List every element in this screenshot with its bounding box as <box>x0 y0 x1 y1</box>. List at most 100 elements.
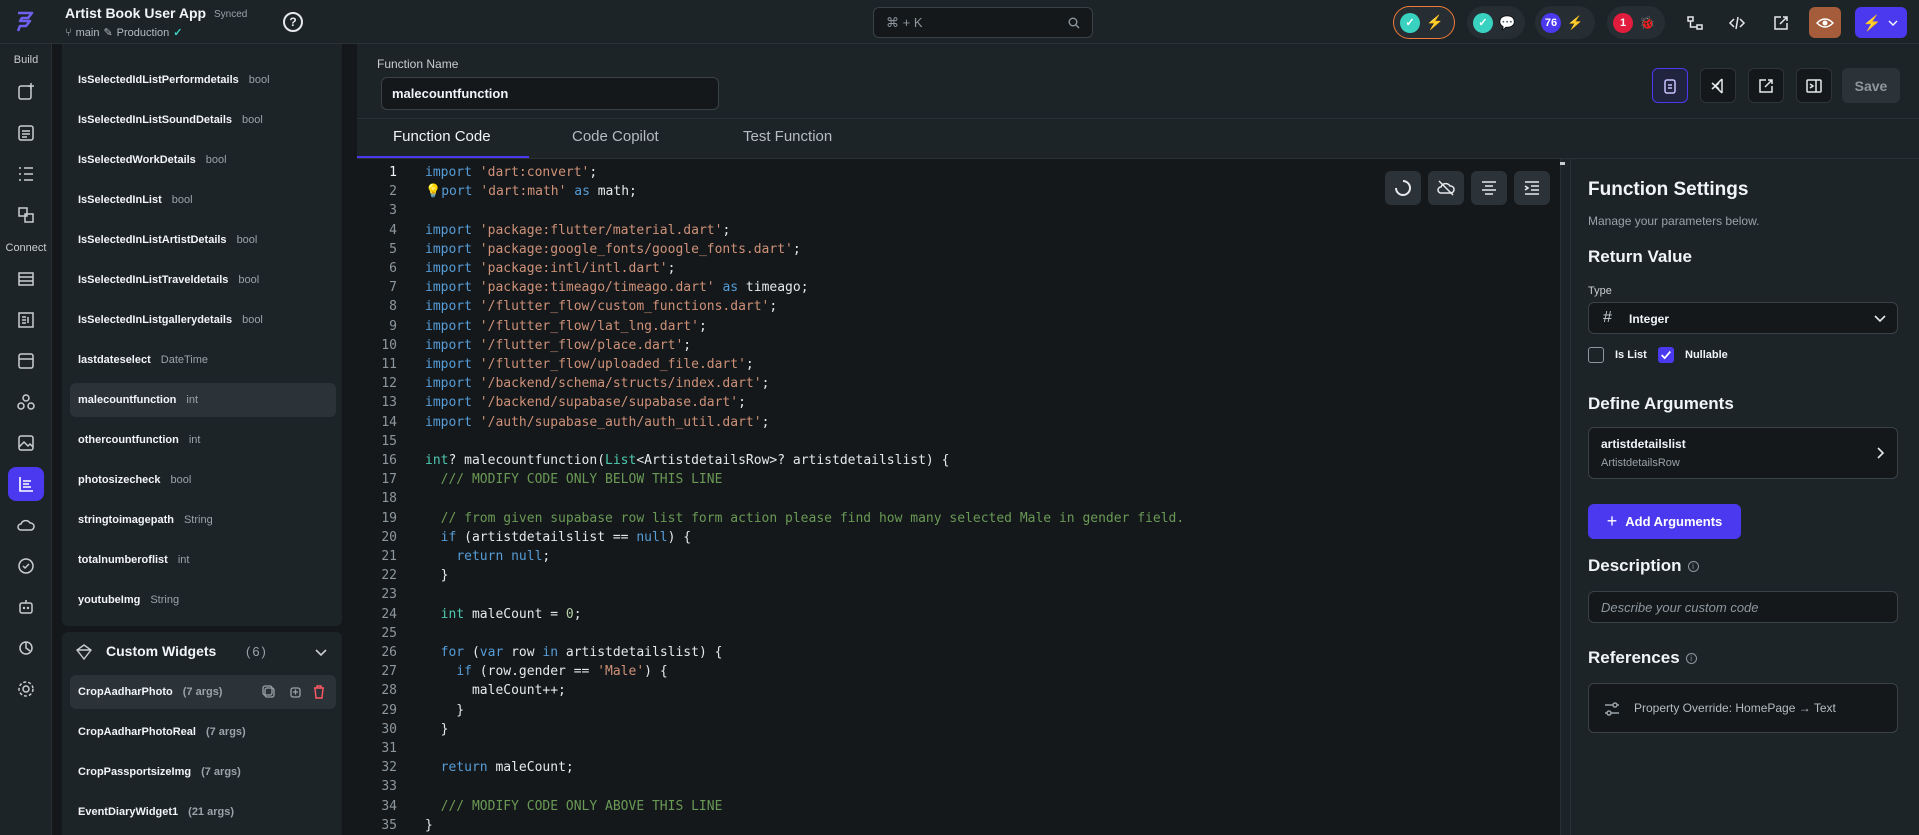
app-title[interactable]: Artist Book User App <box>65 5 206 21</box>
code-text[interactable]: import '/auth/supabase_auth/auth_util.da… <box>425 415 769 430</box>
function-list-item[interactable]: photosizecheck bool <box>70 463 336 497</box>
help-icon[interactable]: ? <box>283 12 303 32</box>
function-list-item[interactable]: IsSelectedInListgallerydetails bool <box>70 303 336 337</box>
preview-button[interactable] <box>1809 7 1841 38</box>
issues-pill[interactable]: 76 ⚡ <box>1535 6 1595 39</box>
code-line[interactable]: 17 /// MODIFY CODE ONLY BELOW THIS LINE <box>357 472 1557 491</box>
code-line[interactable]: 23 <box>357 587 1557 606</box>
widget-list-item[interactable]: EventDiaryWidget1 (21 args) <box>70 795 336 829</box>
code-line[interactable]: 6 import 'package:intl/intl.dart'; <box>357 261 1557 280</box>
code-line[interactable]: 31 <box>357 741 1557 760</box>
code-line[interactable]: 15 <box>357 434 1557 453</box>
code-line[interactable]: 10 import '/flutter_flow/place.dart'; <box>357 338 1557 357</box>
branch-info[interactable]: ⑂ main ✎ Production ✓ <box>65 26 182 40</box>
branch-tree-button[interactable] <box>1679 7 1711 38</box>
agents-icon[interactable] <box>8 590 44 624</box>
tab-code-copilot[interactable]: Code Copilot <box>572 128 659 145</box>
code-line[interactable]: 28 maleCount++; <box>357 683 1557 702</box>
code-line[interactable]: 8 import '/flutter_flow/custom_functions.… <box>357 299 1557 318</box>
code-line[interactable]: 11 import '/flutter_flow/uploaded_file.da… <box>357 357 1557 376</box>
api-calls-icon[interactable] <box>8 303 44 337</box>
function-list-item-selected[interactable]: malecountfunction int <box>70 383 336 417</box>
code-text[interactable]: import 'package:flutter/material.dart'; <box>425 223 730 238</box>
code-text[interactable]: maleCount++; <box>425 683 566 698</box>
code-line[interactable]: 32 return maleCount; <box>357 760 1557 779</box>
code-text[interactable]: // from given supabase row list form act… <box>425 511 1185 526</box>
code-text[interactable]: import '/flutter_flow/place.dart'; <box>425 338 691 353</box>
code-text[interactable]: if (row.gender == 'Male') { <box>425 664 667 679</box>
toggle-panel-button[interactable] <box>1796 68 1832 103</box>
widget-list-item-selected[interactable]: CropAadharPhoto (7 args) <box>70 675 336 709</box>
code-text[interactable]: int? malecountfunction(List<Artistdetail… <box>425 453 949 468</box>
flutterflow-logo-icon[interactable] <box>12 9 40 35</box>
code-line[interactable]: 2 💡port 'dart:math' as math; <box>357 184 1557 203</box>
code-line[interactable]: 25 <box>357 626 1557 645</box>
code-text[interactable]: import 'package:timeago/timeago.dart' as… <box>425 280 809 295</box>
code-line[interactable]: 9 import '/flutter_flow/lat_lng.dart'; <box>357 319 1557 338</box>
code-text[interactable]: return maleCount; <box>425 760 574 775</box>
code-text[interactable]: } <box>425 722 449 737</box>
code-text[interactable]: return null; <box>425 549 550 564</box>
save-button[interactable]: Save <box>1842 68 1900 103</box>
code-line[interactable]: 33 <box>357 779 1557 798</box>
code-text[interactable]: for (var row in artistdetailslist) { <box>425 645 723 660</box>
widget-list-item[interactable]: CropAadharPhotoReal (7 args) <box>70 715 336 749</box>
app-state-icon[interactable] <box>8 344 44 378</box>
return-type-select[interactable]: # Integer <box>1588 302 1898 334</box>
code-text[interactable]: import 'package:intl/intl.dart'; <box>425 261 675 276</box>
code-line[interactable]: 19 // from given supabase row list form … <box>357 511 1557 530</box>
tab-function-code[interactable]: Function Code <box>393 128 491 145</box>
code-line[interactable]: 3 <box>357 203 1557 222</box>
code-line[interactable]: 34 /// MODIFY CODE ONLY ABOVE THIS LINE <box>357 799 1557 818</box>
widget-tree-icon[interactable] <box>8 157 44 191</box>
is-list-checkbox[interactable] <box>1588 347 1604 363</box>
function-list-item[interactable]: stringtoimagepath String <box>70 503 336 537</box>
code-line[interactable]: 22 } <box>357 568 1557 587</box>
code-editor[interactable]: 1 import 'dart:convert'; 2 💡port 'dart:math… <box>357 159 1565 835</box>
function-list-item[interactable]: IsSelectedInListSoundDetails bool <box>70 103 336 137</box>
delete-icon[interactable] <box>312 685 326 699</box>
format-loading-button[interactable] <box>1385 171 1421 205</box>
search-input[interactable]: ⌘ + K <box>873 7 1093 38</box>
function-list-item[interactable]: lastdateselect DateTime <box>70 343 336 377</box>
function-list-item[interactable]: IsSelectedInListTraveldetails bool <box>70 263 336 297</box>
errors-pill[interactable]: 1 🐞 <box>1607 6 1665 39</box>
code-text[interactable]: import '/flutter_flow/lat_lng.dart'; <box>425 319 707 334</box>
code-line[interactable]: 26 for (var row in artistdetailslist) { <box>357 645 1557 664</box>
function-list-item[interactable]: IsSelectedIdListPerformdetails bool <box>70 63 336 97</box>
code-text[interactable]: import '/flutter_flow/custom_functions.d… <box>425 299 777 314</box>
add-arguments-button[interactable]: + Add Arguments <box>1588 504 1741 539</box>
open-external-button[interactable] <box>1765 7 1797 38</box>
code-text[interactable]: int maleCount = 0; <box>425 607 582 622</box>
code-text[interactable]: import '/flutter_flow/uploaded_file.dart… <box>425 357 754 372</box>
info-icon[interactable]: i <box>1685 653 1697 665</box>
code-text[interactable]: 💡port 'dart:math' as math; <box>425 184 637 199</box>
indent-button[interactable] <box>1514 171 1550 205</box>
integrations-icon[interactable] <box>8 631 44 665</box>
code-text[interactable]: } <box>425 703 464 718</box>
code-text[interactable]: /// MODIFY CODE ONLY ABOVE THIS LINE <box>425 799 723 814</box>
code-line[interactable]: 20 if (artistdetailslist == null) { <box>357 530 1557 549</box>
code-line[interactable]: 12 import '/backend/schema/structs/index.… <box>357 376 1557 395</box>
code-text[interactable]: } <box>425 818 433 833</box>
align-center-button[interactable] <box>1471 171 1507 205</box>
collaboration-pill[interactable]: ✓ ⚡ <box>1393 6 1455 39</box>
tests-icon[interactable] <box>8 549 44 583</box>
code-text[interactable]: /// MODIFY CODE ONLY BELOW THIS LINE <box>425 472 723 487</box>
open-vscode-button[interactable] <box>1700 68 1736 103</box>
code-text[interactable]: import '/backend/schema/structs/index.da… <box>425 376 769 391</box>
function-list-item[interactable]: totalnumberoflist int <box>70 543 336 577</box>
tab-test-function[interactable]: Test Function <box>743 128 832 145</box>
chat-pill[interactable]: ✓ 💬 <box>1467 6 1525 39</box>
argument-card[interactable]: artistdetailslist ArtistdetailsRow <box>1588 427 1898 479</box>
code-text[interactable]: import 'dart:convert'; <box>425 165 597 180</box>
view-boilerplate-button[interactable] <box>1652 68 1688 103</box>
widget-list-item[interactable]: CropPassportsizeImg (7 args) <box>70 755 336 789</box>
custom-code-icon[interactable] <box>8 467 44 501</box>
code-text[interactable]: } <box>425 568 449 583</box>
add-page-icon[interactable] <box>8 75 44 109</box>
theme-icon[interactable] <box>8 385 44 419</box>
code-line[interactable]: 1 import 'dart:convert'; <box>357 165 1557 184</box>
code-line[interactable]: 30 } <box>357 722 1557 741</box>
nullable-checkbox[interactable] <box>1658 347 1674 363</box>
